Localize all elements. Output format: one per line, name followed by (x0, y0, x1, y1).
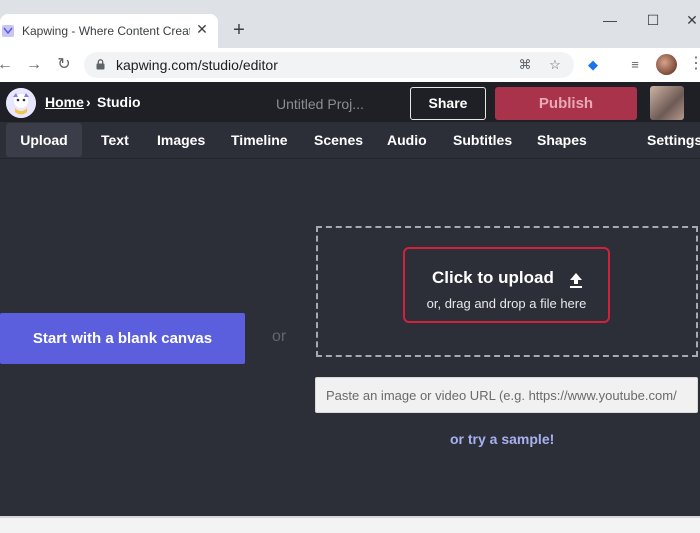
click-to-upload-button[interactable]: Click to upload or, drag and drop a file… (403, 247, 610, 323)
back-icon[interactable]: ← (0, 55, 14, 75)
upload-dropzone[interactable]: Click to upload or, drag and drop a file… (316, 226, 698, 357)
breadcrumb-home-link[interactable]: Home (45, 94, 84, 110)
translate-icon[interactable]: ⌘ (516, 56, 534, 74)
kapwing-editor: Home › Studio Untitled Proj... Share Pub… (0, 82, 700, 516)
reading-list-icon[interactable]: ≡ (626, 56, 644, 74)
tab-settings[interactable]: Settings (647, 122, 700, 158)
star-icon[interactable]: ☆ (546, 56, 564, 74)
tab-timeline[interactable]: Timeline (231, 122, 288, 158)
editor-tabs: Upload Text Images Timeline Scenes Audio… (0, 122, 700, 158)
tab-subtitles[interactable]: Subtitles (453, 122, 512, 158)
kapwing-favicon-icon (2, 25, 14, 37)
share-button[interactable]: Share (410, 87, 486, 120)
forward-icon[interactable]: → (25, 55, 43, 75)
blank-canvas-button[interactable]: Start with a blank canvas (0, 313, 245, 364)
profile-avatar[interactable] (656, 54, 677, 75)
upload-title: Click to upload (432, 268, 554, 287)
extension-icon[interactable]: ◆ (584, 56, 602, 74)
tabs-divider (0, 158, 700, 159)
browser-tab[interactable]: Kapwing - Where Content Creatio ✕ (0, 14, 218, 48)
project-title[interactable]: Untitled Proj... (276, 96, 364, 112)
kapwing-logo-icon[interactable] (6, 88, 36, 118)
window-bottom-edge (0, 516, 700, 533)
browser-tab-strip: Kapwing - Where Content Creatio ✕ + — ☐ … (0, 0, 700, 48)
upload-arrow-icon (570, 273, 582, 288)
upload-subtitle: or, drag and drop a file here (426, 296, 587, 311)
try-sample-link[interactable]: or try a sample! (450, 431, 554, 447)
breadcrumb-separator: › (86, 94, 91, 110)
breadcrumb-current: Studio (97, 94, 141, 110)
url-text: kapwing.com/studio/editor (116, 57, 278, 73)
tab-shapes[interactable]: Shapes (537, 122, 587, 158)
tab-upload[interactable]: Upload (6, 123, 82, 157)
user-avatar[interactable] (650, 86, 684, 120)
reload-icon[interactable]: ↻ (55, 55, 73, 75)
tab-text[interactable]: Text (101, 122, 129, 158)
tab-close-icon[interactable]: ✕ (194, 21, 210, 37)
window-close-icon[interactable]: ✕ (684, 10, 700, 30)
lock-icon (96, 59, 105, 70)
app-header: Home › Studio Untitled Proj... Share Pub… (0, 82, 700, 122)
tab-scenes[interactable]: Scenes (314, 122, 363, 158)
tab-images[interactable]: Images (157, 122, 205, 158)
publish-button[interactable]: Publish (495, 87, 637, 120)
browser-tab-title: Kapwing - Where Content Creatio (22, 24, 190, 38)
tab-audio[interactable]: Audio (387, 122, 427, 158)
maximize-icon[interactable]: ☐ (643, 10, 663, 30)
new-tab-icon[interactable]: + (230, 20, 248, 40)
media-url-input[interactable] (315, 377, 698, 413)
minimize-icon[interactable]: — (600, 10, 620, 30)
browser-toolbar: ← → ↻ kapwing.com/studio/editor ⌘ ☆ ◆ ≡ … (0, 48, 700, 82)
address-bar[interactable]: kapwing.com/studio/editor ⌘ ☆ (84, 52, 574, 78)
menu-icon[interactable]: ⋮ (688, 54, 700, 74)
screenshot-page: Kapwing - Where Content Creatio ✕ + — ☐ … (0, 0, 700, 533)
or-separator: or (272, 328, 287, 345)
